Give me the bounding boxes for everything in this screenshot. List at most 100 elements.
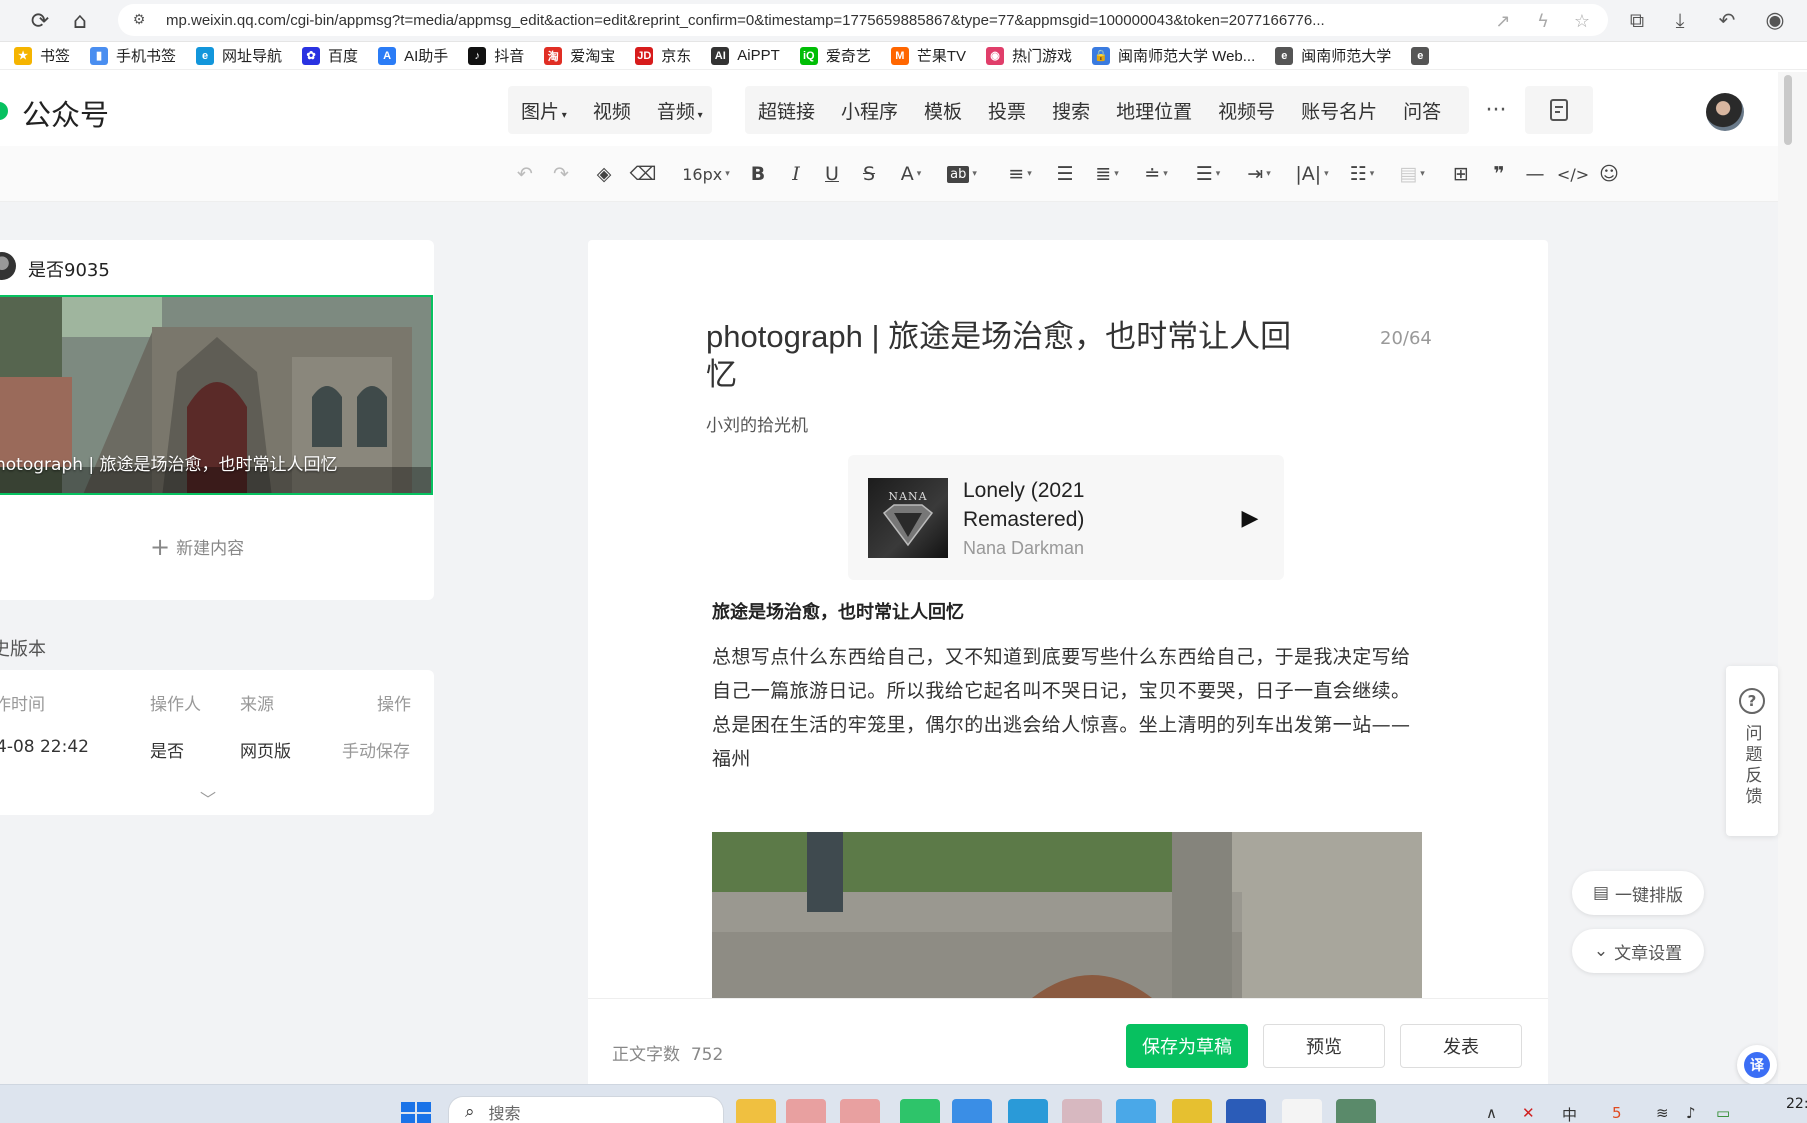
- bookmark-item[interactable]: ▮ 手机书签: [80, 44, 186, 68]
- save-draft-button[interactable]: 保存为草稿: [1126, 1024, 1248, 1068]
- home-icon[interactable]: ⌂: [64, 5, 96, 37]
- paragraph-align-icon[interactable]: ≣ ▾: [1088, 160, 1126, 188]
- insert-feature-item[interactable]: 模板: [911, 97, 975, 124]
- insert-feature-item[interactable]: 视频号: [1205, 97, 1288, 124]
- bookmark-item[interactable]: ✿ 百度: [292, 44, 368, 68]
- share-icon[interactable]: ↗: [1491, 9, 1515, 33]
- word-icon[interactable]: [1226, 1099, 1266, 1123]
- document-file-icon[interactable]: [1282, 1099, 1322, 1123]
- profile-icon[interactable]: ◉: [1760, 5, 1790, 35]
- edge-icon[interactable]: [1008, 1099, 1048, 1123]
- insert-media-item[interactable]: 音频 ▾: [644, 97, 716, 124]
- translate-button[interactable]: 译: [1737, 1045, 1777, 1085]
- emoji-icon[interactable]: ☺: [1596, 160, 1622, 188]
- insert-feature-item[interactable]: 搜索: [1039, 97, 1103, 124]
- chevron-down-icon[interactable]: ﹀: [200, 786, 216, 810]
- insert-feature-item[interactable]: 小程序: [828, 97, 911, 124]
- insert-feature-item[interactable]: 账号名片: [1288, 97, 1390, 124]
- code-icon[interactable]: </>: [1557, 160, 1589, 188]
- input-method-icon[interactable]: 中: [1562, 1104, 1577, 1123]
- bookmark-item[interactable]: e 闽南师范大学: [1265, 44, 1401, 68]
- bookmark-item[interactable]: ★ 书签: [4, 44, 80, 68]
- extensions-icon[interactable]: ⧉: [1622, 5, 1652, 35]
- new-content-button[interactable]: + 新建内容: [150, 534, 244, 560]
- page-scrollbar[interactable]: [1778, 72, 1807, 1084]
- app-icon[interactable]: [952, 1099, 992, 1123]
- wechat-taskbar-icon[interactable]: [786, 1099, 826, 1123]
- document-icon[interactable]: [1525, 86, 1593, 134]
- table-icon[interactable]: ⊞: [1449, 160, 1473, 188]
- font-size-select[interactable]: 16px ▾: [676, 160, 736, 188]
- align-icon[interactable]: ≡ ▾: [1003, 160, 1037, 188]
- play-icon[interactable]: ▶: [1238, 504, 1262, 532]
- line-height-icon[interactable]: ≐ ▾: [1138, 160, 1174, 188]
- feedback-button[interactable]: ? 问题反馈: [1726, 666, 1778, 836]
- insert-feature-item[interactable]: 问答: [1390, 97, 1454, 124]
- file-explorer-icon[interactable]: [736, 1099, 776, 1123]
- site-info-icon[interactable]: ⚙: [130, 11, 148, 29]
- url-text[interactable]: mp.weixin.qq.com/cgi-bin/appmsg?t=media/…: [166, 12, 1446, 29]
- indent-icon[interactable]: ☰: [1052, 160, 1078, 188]
- qq-taskbar-icon[interactable]: [840, 1099, 880, 1123]
- divider-icon[interactable]: —: [1523, 160, 1547, 188]
- scrollbar-thumb[interactable]: [1784, 75, 1792, 145]
- bold-icon[interactable]: B: [746, 160, 770, 188]
- list-icon[interactable]: ☷ ▾: [1344, 160, 1380, 188]
- quote-icon[interactable]: ❞: [1487, 160, 1511, 188]
- bookmark-item[interactable]: e: [1401, 44, 1447, 68]
- bookmark-item[interactable]: AI AiPPT: [701, 44, 790, 68]
- paragraph-spacing-icon[interactable]: ☰ ▾: [1190, 160, 1226, 188]
- float-icon[interactable]: ▤ ▾: [1394, 160, 1430, 188]
- battery-icon[interactable]: ▭: [1716, 1104, 1730, 1122]
- address-bar[interactable]: ⚙ mp.weixin.qq.com/cgi-bin/appmsg?t=medi…: [118, 4, 1608, 36]
- bookmark-item[interactable]: ◉ 热门游戏: [976, 44, 1082, 68]
- profile-app-icon[interactable]: [1062, 1099, 1102, 1123]
- antivirus-icon[interactable]: ✕: [1522, 1104, 1535, 1122]
- margin-icon[interactable]: ⇥ ▾: [1241, 160, 1277, 188]
- html5-icon[interactable]: 5: [1612, 1104, 1622, 1122]
- volume-icon[interactable]: ♪: [1686, 1104, 1696, 1122]
- bookmark-item[interactable]: JD 京东: [625, 44, 701, 68]
- undo-icon[interactable]: ↶: [512, 160, 538, 188]
- taskbar-search[interactable]: ⌕ 搜索: [448, 1096, 724, 1123]
- highlight-color-icon[interactable]: ab ▾: [943, 160, 981, 188]
- messaging-app-icon[interactable]: [900, 1099, 940, 1123]
- bookmark-item[interactable]: 淘爱淘宝: [534, 44, 625, 68]
- one-click-layout-button[interactable]: ▤ 一键排版: [1572, 871, 1704, 915]
- chrome-icon[interactable]: [1172, 1099, 1212, 1123]
- star-icon[interactable]: ☆: [1570, 9, 1594, 33]
- browser-taskbar-icon[interactable]: [1116, 1099, 1156, 1123]
- strikethrough-icon[interactable]: S: [857, 160, 881, 188]
- bookmark-item[interactable]: e 网址导航: [186, 44, 292, 68]
- lightning-icon[interactable]: ϟ: [1531, 9, 1555, 33]
- italic-icon[interactable]: I: [784, 160, 808, 188]
- article-thumb-title[interactable]: hotograph | 旅途是场治愈，也时常让人回忆: [0, 450, 425, 475]
- redo-icon[interactable]: ↷: [548, 160, 574, 188]
- article-subheading[interactable]: 旅途是场治愈，也时常让人回忆: [712, 598, 964, 624]
- app-icon[interactable]: [1336, 1099, 1376, 1123]
- insert-media-item[interactable]: 图片 ▾: [508, 97, 580, 124]
- article-settings-button[interactable]: ⌄ 文章设置: [1572, 929, 1704, 973]
- windows-start-icon[interactable]: [401, 1100, 433, 1123]
- download-icon[interactable]: ⤓: [1665, 5, 1695, 35]
- author-input[interactable]: 小刘的拾光机: [706, 411, 808, 436]
- bookmark-item[interactable]: 🔒 闽南师范大学 Web...: [1082, 44, 1265, 68]
- clear-format-icon[interactable]: ⌫: [630, 160, 657, 188]
- insert-feature-item[interactable]: 投票: [975, 97, 1039, 124]
- preview-button[interactable]: 预览: [1263, 1024, 1385, 1068]
- bookmark-item[interactable]: ♪ 抖音: [458, 44, 534, 68]
- history-row-action[interactable]: 手动保存: [342, 737, 410, 762]
- format-painter-icon[interactable]: ◈: [591, 160, 617, 188]
- reload-icon[interactable]: ⟳: [24, 5, 56, 37]
- wifi-icon[interactable]: ≋: [1656, 1104, 1669, 1122]
- font-color-icon[interactable]: A ▾: [894, 160, 928, 188]
- insert-feature-item[interactable]: 地理位置: [1103, 97, 1205, 124]
- insert-media-item[interactable]: 视频: [580, 97, 644, 124]
- article-photo[interactable]: [712, 832, 1422, 998]
- bookmark-item[interactable]: iQ 爱奇艺: [790, 44, 881, 68]
- article-title-input[interactable]: photograph | 旅途是场治愈，也时常让人回忆: [706, 318, 1316, 394]
- bookmark-item[interactable]: M 芒果TV: [881, 44, 976, 68]
- user-avatar[interactable]: [1706, 93, 1744, 131]
- history-back-icon[interactable]: ↶: [1712, 5, 1742, 35]
- bookmark-item[interactable]: A AI助手: [368, 44, 458, 68]
